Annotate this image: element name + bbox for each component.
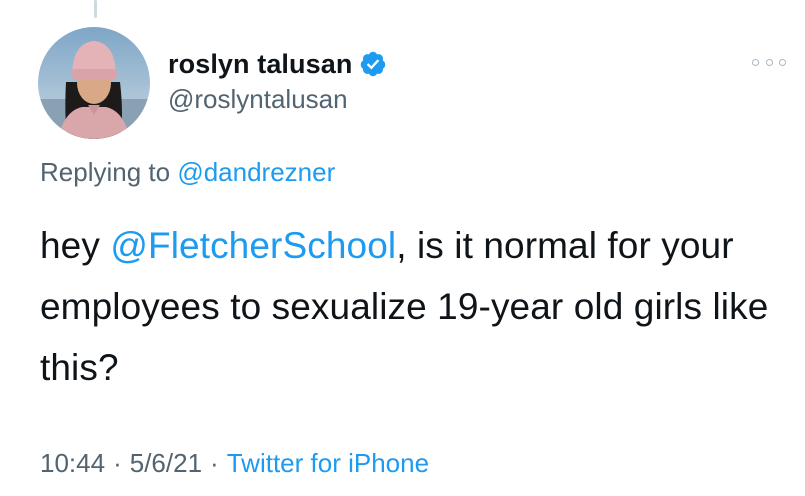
thread-connector-line <box>94 0 97 18</box>
dot-icon <box>752 58 759 66</box>
avatar[interactable] <box>38 27 150 139</box>
dot-icon <box>765 58 773 66</box>
verified-badge-icon <box>361 51 386 77</box>
replying-to: Replying to @dandrezner <box>40 157 335 188</box>
tweet-time[interactable]: 10:44 <box>40 448 105 478</box>
profile-photo <box>38 27 150 139</box>
author-info[interactable]: roslyn talusan @roslyntalusan <box>168 47 387 115</box>
meta-separator: · <box>210 448 219 478</box>
tweet-date[interactable]: 5/6/21 <box>130 448 202 478</box>
replying-to-label: Replying to <box>40 157 171 187</box>
reply-mention-link[interactable]: @dandrezner <box>177 157 335 187</box>
mention-link[interactable]: @FletcherSchool <box>110 225 396 266</box>
tweet-meta: 10:44 · 5/6/21 · Twitter for iPhone <box>40 448 429 479</box>
dot-icon <box>779 58 786 66</box>
tweet-body: hey @FletcherSchool, is it normal for yo… <box>40 215 780 398</box>
more-dots-icon[interactable] <box>752 54 786 70</box>
name-row: roslyn talusan <box>168 47 387 81</box>
user-handle[interactable]: @roslyntalusan <box>168 84 387 115</box>
tweet-text-part-1: hey <box>40 225 111 266</box>
tweet-source-link[interactable]: Twitter for iPhone <box>227 448 429 478</box>
tweet-detail: roslyn talusan @roslyntalusan Replying t… <box>0 0 805 496</box>
display-name[interactable]: roslyn talusan <box>168 49 352 80</box>
meta-separator: · <box>113 448 122 478</box>
